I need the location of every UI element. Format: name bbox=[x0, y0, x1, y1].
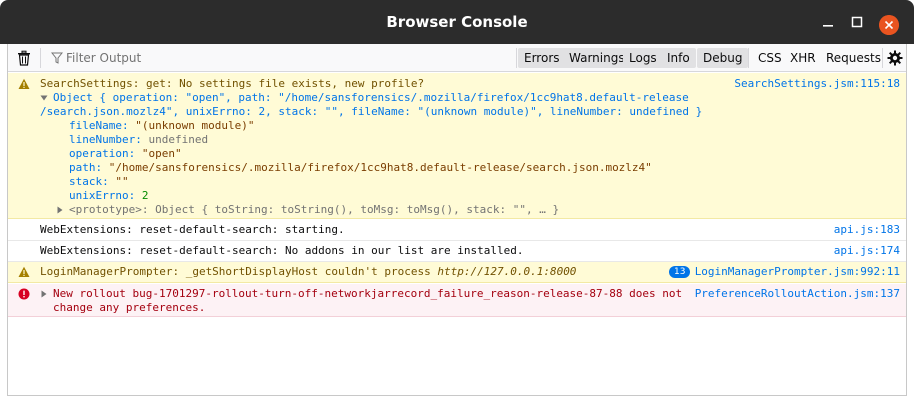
collapse-toggle-icon[interactable] bbox=[56, 206, 64, 214]
filter-logs-button[interactable]: Logs bbox=[623, 48, 663, 68]
console-message-log[interactable]: WebExtensions: reset-default-search: sta… bbox=[8, 220, 906, 241]
close-icon[interactable] bbox=[879, 15, 899, 35]
console-message-warning[interactable]: SearchSettings: get: No settings file ex… bbox=[8, 73, 906, 219]
filter-info-button[interactable]: Info bbox=[661, 48, 696, 68]
message-text: LoginManagerPrompter: _getShortDisplayHo… bbox=[40, 265, 576, 279]
window-title: Browser Console bbox=[386, 13, 528, 31]
expand-toggle-icon[interactable] bbox=[40, 290, 48, 298]
toolbar-divider bbox=[40, 48, 41, 68]
object-summary-line[interactable]: Object { operation: "open", path: "/home… bbox=[53, 91, 689, 105]
message-text-continued: change any preferences. bbox=[53, 301, 206, 314]
message-text: New rollout bug-1701297-rollout-turn-off… bbox=[53, 287, 683, 300]
trash-icon[interactable] bbox=[16, 50, 32, 66]
object-property: path: "/home/sansforensics/.mozilla/fire… bbox=[69, 161, 652, 175]
message-source-link[interactable]: PreferenceRolloutAction.jsm:137 bbox=[695, 287, 900, 301]
toolbar-divider bbox=[516, 48, 517, 68]
filter-warnings-button[interactable]: Warnings bbox=[563, 48, 631, 68]
maximize-icon[interactable] bbox=[849, 14, 865, 30]
property-value: "" bbox=[115, 175, 129, 188]
message-text: WebExtensions: reset-default-search: sta… bbox=[40, 223, 345, 236]
property-value: undefined bbox=[148, 133, 209, 146]
message-source-link[interactable]: api.js:174 bbox=[834, 244, 900, 258]
property-key: unixErrno: bbox=[69, 189, 136, 202]
message-source-link[interactable]: api.js:183 bbox=[834, 223, 900, 237]
property-key: fileName: bbox=[69, 119, 129, 132]
message-text: SearchSettings: get: No settings file ex… bbox=[40, 77, 425, 90]
console-message-error[interactable]: New rollout bug-1701297-rollout-turn-off… bbox=[8, 284, 906, 317]
object-property: operation: "open" bbox=[69, 147, 182, 161]
message-source-link[interactable]: LoginManagerPrompter.jsm:992:11 bbox=[695, 265, 900, 279]
toolbar-divider bbox=[748, 48, 749, 68]
object-property: unixErrno: 2 bbox=[69, 189, 148, 203]
error-icon bbox=[18, 288, 30, 300]
filter-requests-button[interactable]: Requests bbox=[822, 48, 885, 68]
console-window: Errors Warnings Logs Info Debug CSS XHR … bbox=[7, 44, 907, 396]
message-text: WebExtensions: reset-default-search: No … bbox=[40, 244, 524, 257]
warning-icon bbox=[18, 78, 30, 89]
property-key: operation: bbox=[69, 147, 136, 160]
filter-xhr-button[interactable]: XHR bbox=[786, 48, 820, 68]
message-source-link[interactable]: SearchSettings.jsm:115:18 bbox=[734, 77, 900, 91]
console-message-log[interactable]: WebExtensions: reset-default-search: No … bbox=[8, 241, 906, 262]
object-prototype[interactable]: <prototype>: Object { toString: toString… bbox=[69, 203, 559, 217]
expand-toggle-icon[interactable] bbox=[40, 94, 48, 102]
property-key: stack: bbox=[69, 175, 109, 188]
warning-icon bbox=[18, 266, 30, 277]
title-bar: Browser Console bbox=[0, 0, 914, 44]
toolbar-divider bbox=[882, 48, 883, 68]
property-value: "/home/sansforensics/.mozilla/firefox/1c… bbox=[108, 161, 652, 174]
property-value: 2 bbox=[141, 189, 149, 202]
filter-css-button[interactable]: CSS bbox=[754, 48, 786, 68]
object-summary-line[interactable]: /search.json.mozlz4", unixErrno: 2, stac… bbox=[40, 105, 702, 119]
minimize-icon[interactable] bbox=[820, 14, 836, 30]
filter-output-input[interactable] bbox=[48, 47, 508, 69]
property-key: lineNumber: bbox=[69, 133, 142, 146]
message-url: http://127.0.0.1:8000 bbox=[437, 265, 577, 278]
repeat-count-badge: 13 bbox=[669, 266, 691, 278]
gear-icon[interactable] bbox=[887, 50, 903, 66]
filter-debug-button[interactable]: Debug bbox=[697, 48, 749, 68]
console-message-warning[interactable]: LoginManagerPrompter: _getShortDisplayHo… bbox=[8, 262, 906, 283]
console-toolbar: Errors Warnings Logs Info Debug CSS XHR … bbox=[8, 44, 906, 72]
object-property: fileName: "(unknown module)" bbox=[69, 119, 254, 133]
property-key: path: bbox=[69, 161, 103, 174]
object-property: lineNumber: undefined bbox=[69, 133, 208, 147]
message-text-main: LoginManagerPrompter: _getShortDisplayHo… bbox=[40, 265, 431, 278]
object-property: stack: "" bbox=[69, 175, 129, 189]
property-value: "open" bbox=[141, 147, 182, 160]
property-value: "(unknown module)" bbox=[135, 119, 255, 132]
filter-errors-button[interactable]: Errors bbox=[518, 48, 566, 68]
